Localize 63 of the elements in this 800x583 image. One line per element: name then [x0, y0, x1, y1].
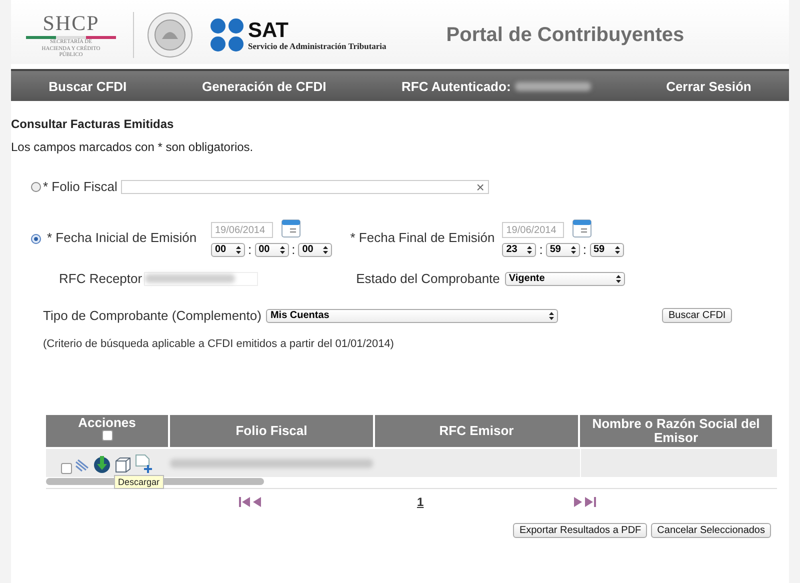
nav-link[interactable]: Cerrar Sesión — [666, 78, 752, 94]
tipo-select[interactable]: Mis Cuentas — [266, 308, 558, 322]
column-header: Nombre o Razón Social del Emisor — [580, 415, 772, 447]
time-select[interactable]: 59 — [590, 242, 624, 256]
rfc-receptor-label: RFC Receptor — [59, 271, 142, 286]
checkbox[interactable] — [102, 430, 112, 442]
action-button[interactable]: Exportar Resultados a PDF — [513, 523, 648, 538]
radio-button[interactable] — [31, 234, 41, 244]
sat-logo-text: SAT — [248, 20, 290, 40]
time-separator: : — [539, 242, 543, 257]
estado-label: Estado del Comprobante — [356, 271, 500, 286]
radio-button[interactable] — [31, 182, 41, 192]
seal-icon — [146, 11, 194, 59]
select-arrows-icon — [549, 312, 554, 320]
select-arrows-icon — [527, 246, 532, 254]
nav-link[interactable]: Buscar CFDI — [48, 78, 127, 94]
portal-title: Portal de Contribuyentes — [446, 24, 684, 46]
required-note: Los campos marcados con * son obligatorios. — [11, 140, 254, 154]
select-arrows-icon — [614, 246, 620, 254]
time-separator: : — [582, 242, 586, 257]
action-button[interactable]: Cancelar Seleccionados — [651, 523, 771, 538]
download-icon[interactable] — [92, 454, 112, 474]
calendar-icon[interactable] — [281, 218, 301, 238]
time-select[interactable]: 23 — [502, 242, 536, 256]
select-arrows-icon — [616, 274, 621, 282]
clear-icon[interactable]: × — [476, 178, 484, 194]
rfc-label: RFC Autenticado: — [401, 78, 511, 94]
add-document-icon[interactable] — [134, 454, 154, 474]
column-title: Acciones — [78, 416, 136, 430]
folio-field[interactable]: × — [121, 180, 490, 194]
time-select[interactable]: 00 — [298, 242, 332, 256]
checkbox[interactable] — [60, 463, 72, 474]
nav-link[interactable]: Generación de CFDI — [202, 78, 326, 94]
end-date-label: * Fecha Final de Emisión — [350, 230, 496, 245]
search-button[interactable]: Buscar CFDI — [662, 308, 732, 323]
calendar-icon[interactable] — [572, 218, 592, 238]
select-arrows-icon — [280, 246, 285, 254]
select-arrows-icon — [570, 246, 576, 254]
time-separator: : — [292, 242, 296, 257]
stripe-icon — [26, 36, 116, 40]
column-header: Folio Fiscal — [170, 415, 373, 447]
folio-label: * Folio Fiscal — [43, 179, 118, 194]
criteria-note: (Criterio de búsqueda aplicable a CFDI emitidos a partir del 01/01/2014) — [43, 338, 395, 350]
time-select[interactable]: 00 — [211, 242, 245, 256]
tipo-label: Tipo de Comprobante (Complemento) — [43, 308, 262, 323]
tooltip: Descargar — [114, 475, 164, 489]
select-arrows-icon — [236, 246, 241, 254]
time-select[interactable]: 59 — [546, 242, 580, 256]
start-date-label: * Fecha Inicial de Emisión — [47, 230, 198, 245]
cube-icon[interactable] — [114, 456, 132, 474]
page-link[interactable]: 1 — [417, 495, 424, 509]
select-arrows-icon — [323, 246, 328, 254]
rfc-receptor-field[interactable] — [144, 272, 258, 286]
column-header: RFC Emisor — [375, 415, 578, 447]
time-select[interactable]: 00 — [254, 242, 289, 256]
document-lines-icon[interactable] — [74, 458, 90, 474]
time-separator: : — [248, 242, 252, 257]
page-heading: Consultar Facturas Emitidas — [11, 117, 175, 131]
shcp-logo-text: SHCP — [42, 11, 100, 36]
next-last-icon[interactable] — [572, 496, 598, 508]
estado-select[interactable]: Vigente — [504, 272, 625, 286]
sat-subtitle: Servicio de Administración Tributaria — [248, 40, 386, 50]
sat-dots-icon — [210, 18, 244, 52]
